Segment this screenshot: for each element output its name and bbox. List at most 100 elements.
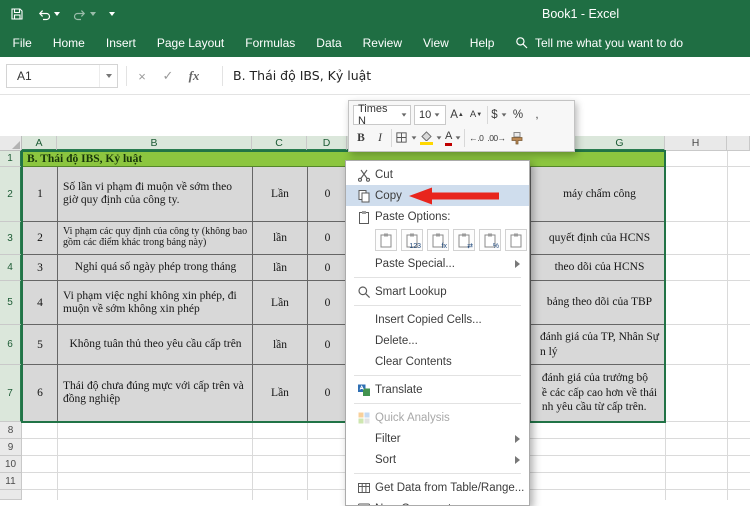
font-color-button[interactable]: A xyxy=(445,128,461,148)
name-box-dropdown[interactable] xyxy=(99,65,117,87)
paste-option-button[interactable]: fx xyxy=(427,229,449,251)
menu-item-paste-options[interactable]: Paste Options: xyxy=(346,206,529,227)
enter-button[interactable]: ✓ xyxy=(156,64,180,88)
cell-no[interactable]: 3 xyxy=(23,255,58,280)
increase-decimal-button[interactable]: ←.0 xyxy=(468,128,484,148)
cell-desc[interactable]: Vi phạm việc nghỉ không xin phép, đi muộ… xyxy=(58,281,253,324)
menu-item-copy[interactable]: Copy xyxy=(346,185,529,206)
menu-item-new-comment[interactable]: New Comment xyxy=(346,498,529,506)
menu-item-get-data[interactable]: Get Data from Table/Range... xyxy=(346,477,529,498)
paste-option-button[interactable]: ⇄ xyxy=(453,229,475,251)
percent-style-button[interactable]: % xyxy=(510,105,526,125)
cell-note[interactable]: quyết định của HCNS xyxy=(531,222,666,254)
cell-unit[interactable]: lần xyxy=(253,222,308,254)
menu-item-smart-lookup[interactable]: Smart Lookup xyxy=(346,281,529,302)
column-header-c[interactable]: C xyxy=(252,136,307,151)
cell-note[interactable]: máy chấm công xyxy=(531,167,666,221)
cell-desc[interactable]: Không tuân thủ theo yêu cầu cấp trên xyxy=(58,325,253,364)
cell-desc[interactable]: Số lần vi phạm đi muộn về sớm theo giờ q… xyxy=(58,167,253,221)
row-header-9[interactable]: 9 xyxy=(0,439,22,456)
shrink-font-button[interactable]: A▼ xyxy=(468,105,484,125)
column-header-h[interactable]: H xyxy=(665,136,727,151)
undo-button[interactable] xyxy=(37,0,60,28)
menu-item-clear-contents[interactable]: Clear Contents xyxy=(346,351,529,372)
tab-help[interactable]: Help xyxy=(459,28,505,57)
cell-no[interactable]: 4 xyxy=(23,281,58,324)
cell-value[interactable]: 0 xyxy=(308,281,348,324)
cancel-button[interactable]: × xyxy=(130,64,154,88)
row-header-6[interactable]: 6 xyxy=(0,325,22,365)
tab-review[interactable]: Review xyxy=(352,28,412,57)
cell-desc[interactable]: Vi phạm các quy định của công ty (không … xyxy=(58,222,253,254)
row-header-1[interactable]: 1 xyxy=(0,151,22,167)
row-header-7[interactable]: 7 xyxy=(0,365,22,422)
cell-unit[interactable]: Lần xyxy=(253,281,308,324)
menu-item-delete[interactable]: Delete... xyxy=(346,330,529,351)
tab-view[interactable]: View xyxy=(413,28,460,57)
cell-desc[interactable]: Thái độ chưa đúng mực với cấp trên và đồ… xyxy=(58,365,253,421)
column-header-i[interactable] xyxy=(727,136,750,151)
customize-quick-access-button[interactable] xyxy=(109,0,115,28)
comma-style-button[interactable]: , xyxy=(529,105,545,125)
cell-section-title[interactable]: B. Thái độ IBS, Kỷ luật xyxy=(22,151,665,167)
row-header-2[interactable]: 2 xyxy=(0,167,22,222)
row-header-4[interactable]: 4 xyxy=(0,255,22,281)
cell-unit[interactable]: Lần xyxy=(253,365,308,421)
redo-button[interactable] xyxy=(73,0,96,28)
column-header-a[interactable]: A xyxy=(22,136,57,151)
bold-button[interactable]: B xyxy=(353,128,369,148)
tab-data[interactable]: Data xyxy=(306,28,352,57)
paste-option-button[interactable] xyxy=(505,229,527,251)
font-name-select[interactable]: Times N xyxy=(353,105,411,125)
paste-option-button[interactable] xyxy=(375,229,397,251)
row-header-12[interactable] xyxy=(0,490,22,500)
formula-input[interactable]: B. Thái độ IBS, Kỷ luật xyxy=(233,68,371,83)
cell-desc[interactable]: Nghỉ quá số ngày phép trong tháng xyxy=(58,255,253,280)
row-header-11[interactable]: 11 xyxy=(0,473,22,490)
cell-note[interactable]: đánh giá của trưởng bộ ề các cấp cao hơn… xyxy=(531,365,666,421)
cell-value[interactable]: 0 xyxy=(308,255,348,280)
cell-unit[interactable]: lần xyxy=(253,255,308,280)
menu-item-quick-analysis[interactable]: Quick Analysis xyxy=(346,407,529,428)
cell-value[interactable]: 0 xyxy=(308,365,348,421)
menu-item-filter[interactable]: Filter xyxy=(346,428,529,449)
cell-no[interactable]: 6 xyxy=(23,365,58,421)
menu-item-insert-copied-cells[interactable]: Insert Copied Cells... xyxy=(346,309,529,330)
accounting-format-button[interactable]: $ xyxy=(491,105,507,125)
cell-value[interactable]: 0 xyxy=(308,325,348,364)
tab-page-layout[interactable]: Page Layout xyxy=(146,28,234,57)
menu-item-sort[interactable]: Sort xyxy=(346,449,529,470)
row-header-10[interactable]: 10 xyxy=(0,456,22,473)
column-header-g[interactable]: G xyxy=(575,136,665,151)
cell-note[interactable]: bảng theo dõi của TBP xyxy=(531,281,666,324)
menu-item-cut[interactable]: Cut xyxy=(346,164,529,185)
borders-button[interactable] xyxy=(395,128,417,148)
save-button[interactable] xyxy=(10,0,24,28)
format-painter-button[interactable] xyxy=(509,128,525,148)
cell-no[interactable]: 5 xyxy=(23,325,58,364)
insert-function-button[interactable]: fx xyxy=(182,64,206,88)
grow-font-button[interactable]: A▲ xyxy=(449,105,465,125)
tell-me-box[interactable]: Tell me what you want to do xyxy=(515,36,683,50)
cell-no[interactable]: 2 xyxy=(23,222,58,254)
cell-unit[interactable]: lần xyxy=(253,325,308,364)
paste-option-button[interactable]: % xyxy=(479,229,501,251)
cell-value[interactable]: 0 xyxy=(308,222,348,254)
italic-button[interactable]: I xyxy=(372,128,388,148)
name-box[interactable]: A1 xyxy=(6,64,118,88)
font-size-select[interactable]: 10 xyxy=(414,105,446,125)
row-header-8[interactable]: 8 xyxy=(0,422,22,439)
tab-formulas[interactable]: Formulas xyxy=(235,28,306,57)
cell-no[interactable]: 1 xyxy=(23,167,58,221)
tab-file[interactable]: File xyxy=(2,28,42,57)
fill-color-button[interactable] xyxy=(420,128,442,148)
cell-note[interactable]: đánh giá của TP, Nhân Sự n lý xyxy=(531,325,666,364)
tab-home[interactable]: Home xyxy=(42,28,95,57)
menu-item-translate[interactable]: Translate xyxy=(346,379,529,400)
cell-unit[interactable]: Lần xyxy=(253,167,308,221)
menu-item-paste-special[interactable]: Paste Special... xyxy=(346,253,529,274)
cell-note[interactable]: theo dõi của HCNS xyxy=(531,255,666,280)
cell-value[interactable]: 0 xyxy=(308,167,348,221)
row-header-5[interactable]: 5 xyxy=(0,281,22,325)
tab-insert[interactable]: Insert xyxy=(95,28,146,57)
